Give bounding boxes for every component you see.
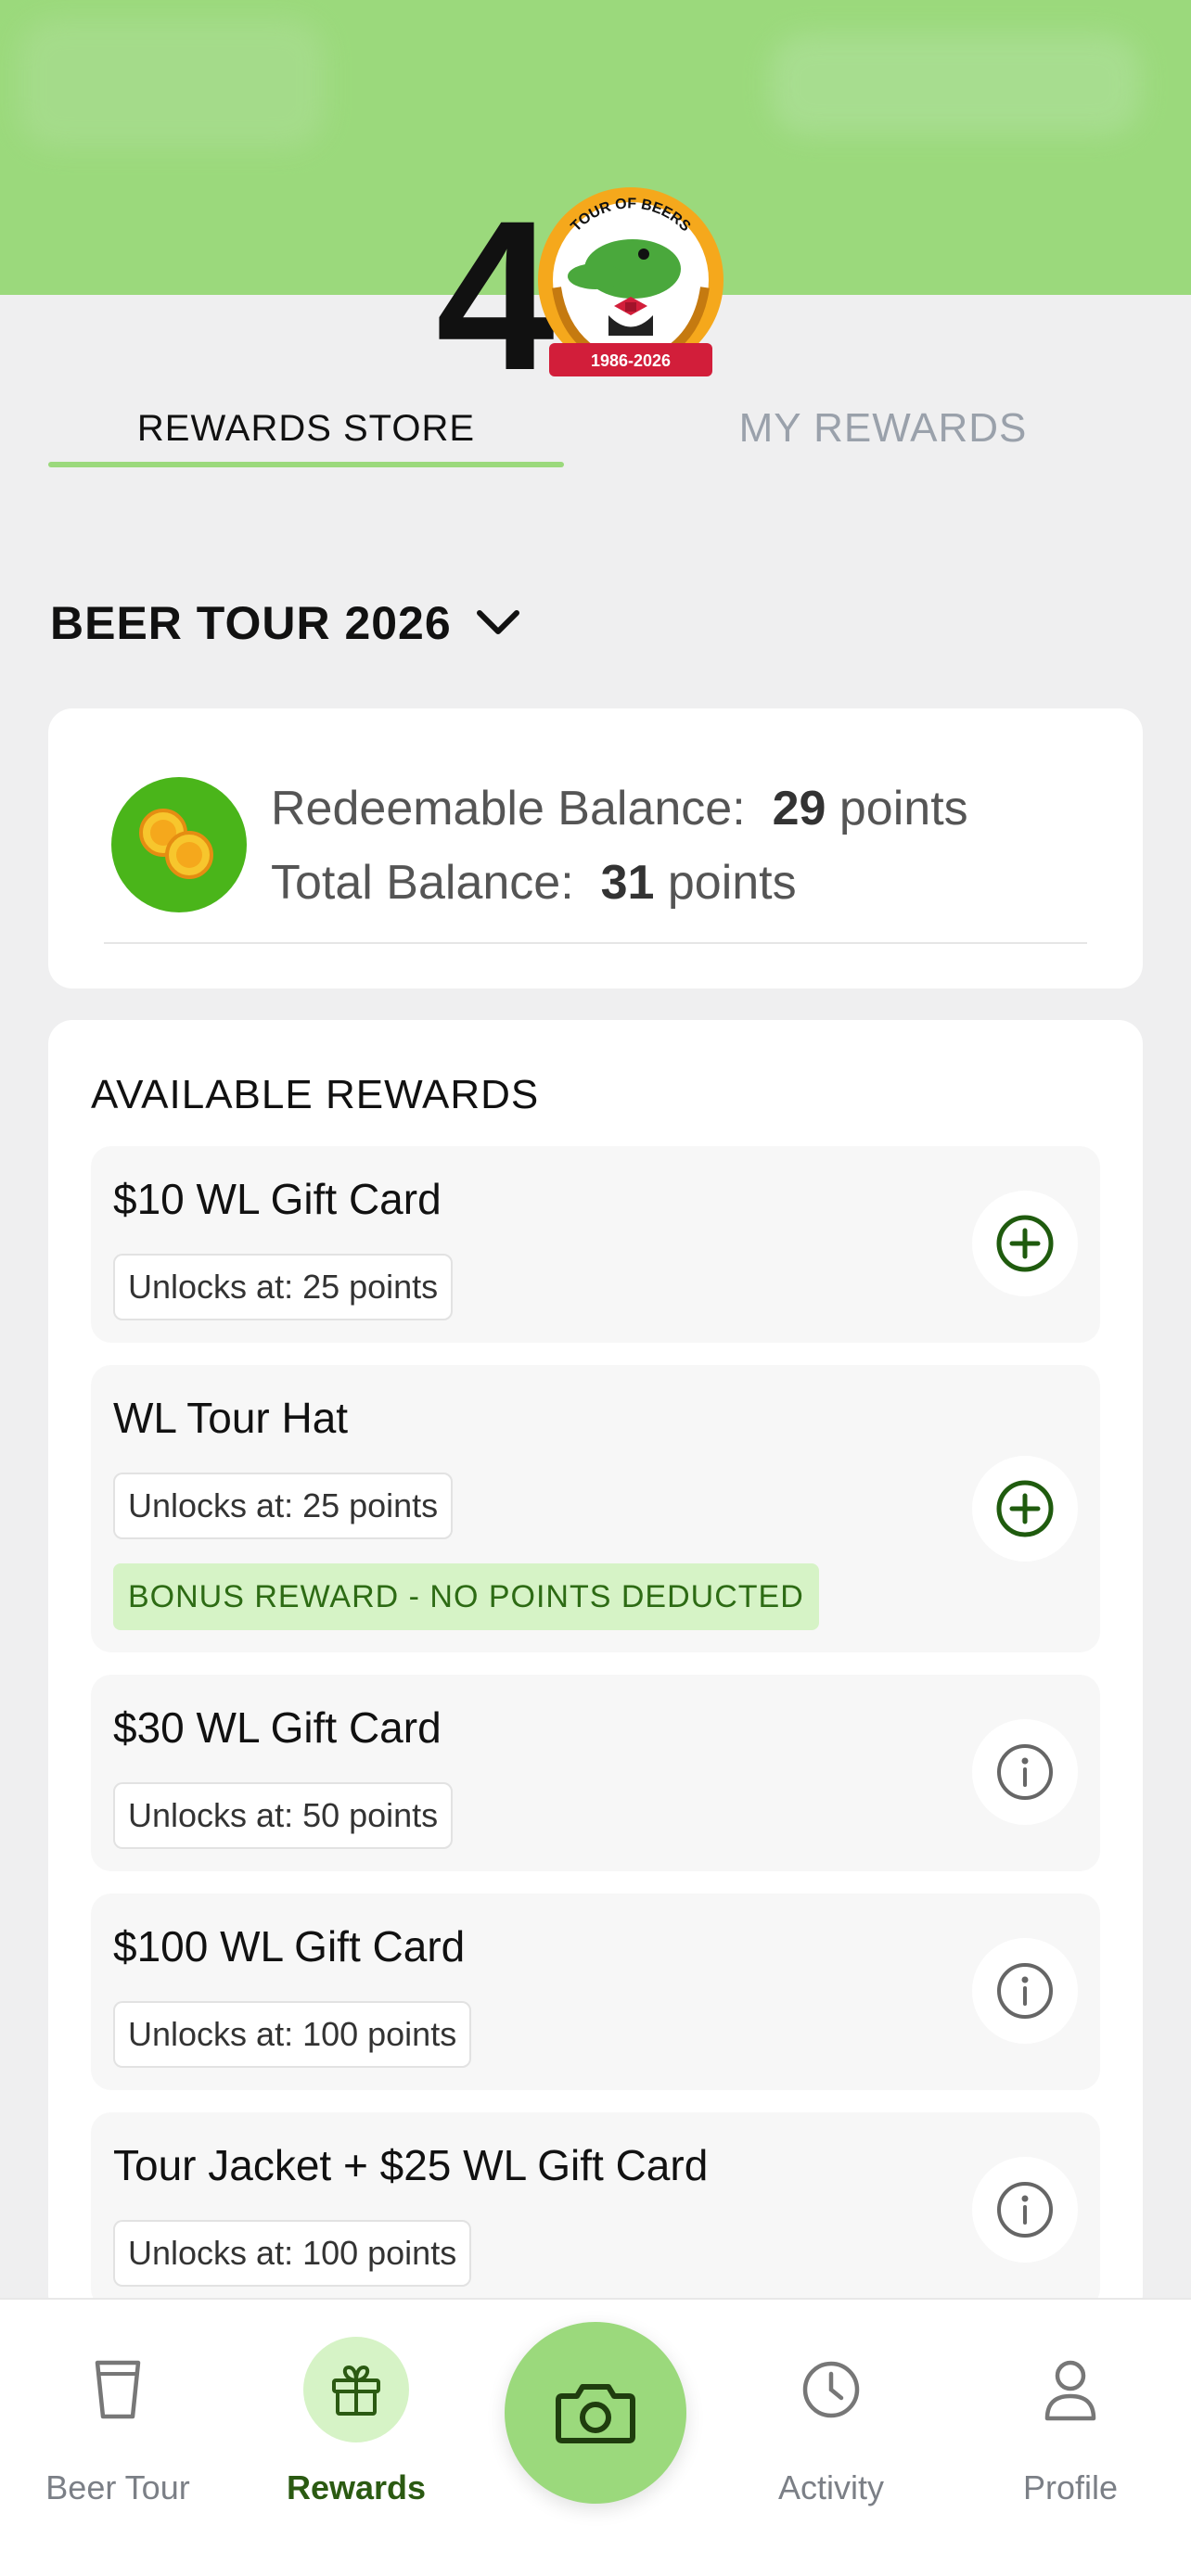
total-label: Total Balance: [271, 856, 574, 910]
reward-name: $10 WL Gift Card [113, 1175, 442, 1223]
total-unit: points [667, 856, 797, 910]
tab-rewards-store[interactable]: REWARDS STORE [48, 389, 564, 467]
unlock-threshold: Unlocks at: 25 points [113, 1473, 454, 1539]
info-icon [997, 1963, 1053, 2019]
gift-icon [303, 2337, 409, 2442]
redeemable-value: 29 [772, 782, 826, 835]
nav-label: Beer Tour [45, 2468, 190, 2506]
reward-name: $30 WL Gift Card [113, 1703, 442, 1752]
total-balance: Total Balance: 31 points [271, 855, 797, 911]
unlock-threshold: Unlocks at: 25 points [113, 1254, 454, 1320]
nav-profile[interactable]: Profile [968, 2337, 1172, 2541]
nav-rewards[interactable]: Rewards [254, 2337, 458, 2541]
unlock-threshold: Unlocks at: 100 points [113, 2001, 472, 2068]
bottom-navigation: Beer Tour Rewards Activity Profile [0, 2298, 1191, 2576]
reward-item[interactable]: $100 WL Gift Card Unlocks at: 100 points [91, 1894, 1100, 2090]
camera-icon [556, 2384, 635, 2443]
reward-name: $100 WL Gift Card [113, 1922, 466, 1970]
reward-name: Tour Jacket + $25 WL Gift Card [113, 2141, 709, 2189]
add-icon [996, 1480, 1054, 1537]
reward-item[interactable]: Tour Jacket + $25 WL Gift Card Unlocks a… [91, 2112, 1100, 2309]
add-reward-button[interactable] [972, 1191, 1078, 1296]
blurred-header-right [770, 33, 1141, 135]
reward-info-button[interactable] [972, 1719, 1078, 1825]
balance-divider [104, 942, 1087, 944]
unlock-threshold: Unlocks at: 50 points [113, 1782, 454, 1849]
rewards-section-title: AVAILABLE REWARDS [91, 1072, 540, 1117]
redeemable-unit: points [839, 782, 968, 835]
rewards-tabs: REWARDS STORE MY REWARDS [48, 389, 1143, 473]
clock-icon [778, 2337, 884, 2442]
redeemable-label: Redeemable Balance: [271, 782, 746, 835]
tour-logo: 4 1986-2026 TOUR OF BEERS [436, 176, 733, 402]
bonus-reward-badge: BONUS REWARD - NO POINTS DEDUCTED [113, 1563, 819, 1630]
season-label: BEER TOUR 2026 [50, 597, 452, 649]
unlock-threshold: Unlocks at: 100 points [113, 2220, 472, 2287]
coins-icon [111, 777, 247, 912]
nav-label: Profile [1022, 2468, 1119, 2506]
redeemable-balance: Redeemable Balance: 29 points [271, 781, 968, 836]
gator-badge-icon: 1986-2026 TOUR OF BEERS [538, 187, 724, 376]
total-value: 31 [600, 856, 655, 910]
info-icon [997, 1744, 1053, 1800]
camera-scan-button[interactable] [505, 2322, 686, 2504]
available-rewards-card: AVAILABLE REWARDS $10 WL Gift Card Unloc… [48, 1020, 1143, 2318]
nav-label: Rewards [286, 2468, 427, 2506]
reward-info-button[interactable] [972, 1938, 1078, 2044]
chevron-down-icon [476, 610, 519, 634]
person-icon [1018, 2337, 1123, 2442]
nav-activity[interactable]: Activity [729, 2337, 933, 2541]
tab-my-rewards[interactable]: MY REWARDS [623, 389, 1143, 467]
blurred-header-left [19, 19, 325, 148]
reward-info-button[interactable] [972, 2157, 1078, 2263]
season-selector[interactable]: BEER TOUR 2026 [50, 593, 520, 653]
reward-item[interactable]: $10 WL Gift Card Unlocks at: 25 points [91, 1146, 1100, 1343]
balance-card: Redeemable Balance: 29 points Total Bala… [48, 708, 1143, 988]
badge-years: 1986-2026 [591, 351, 671, 370]
nav-label: Activity [777, 2468, 884, 2506]
reward-name: WL Tour Hat [113, 1394, 349, 1442]
active-tab-indicator [48, 462, 564, 467]
reward-item[interactable]: WL Tour Hat Unlocks at: 25 points BONUS … [91, 1365, 1100, 1652]
add-reward-button[interactable] [972, 1456, 1078, 1562]
info-icon [997, 2182, 1053, 2238]
cup-icon [65, 2337, 171, 2442]
nav-beer-tour[interactable]: Beer Tour [16, 2337, 220, 2541]
reward-item[interactable]: $30 WL Gift Card Unlocks at: 50 points [91, 1675, 1100, 1871]
add-icon [996, 1215, 1054, 1272]
